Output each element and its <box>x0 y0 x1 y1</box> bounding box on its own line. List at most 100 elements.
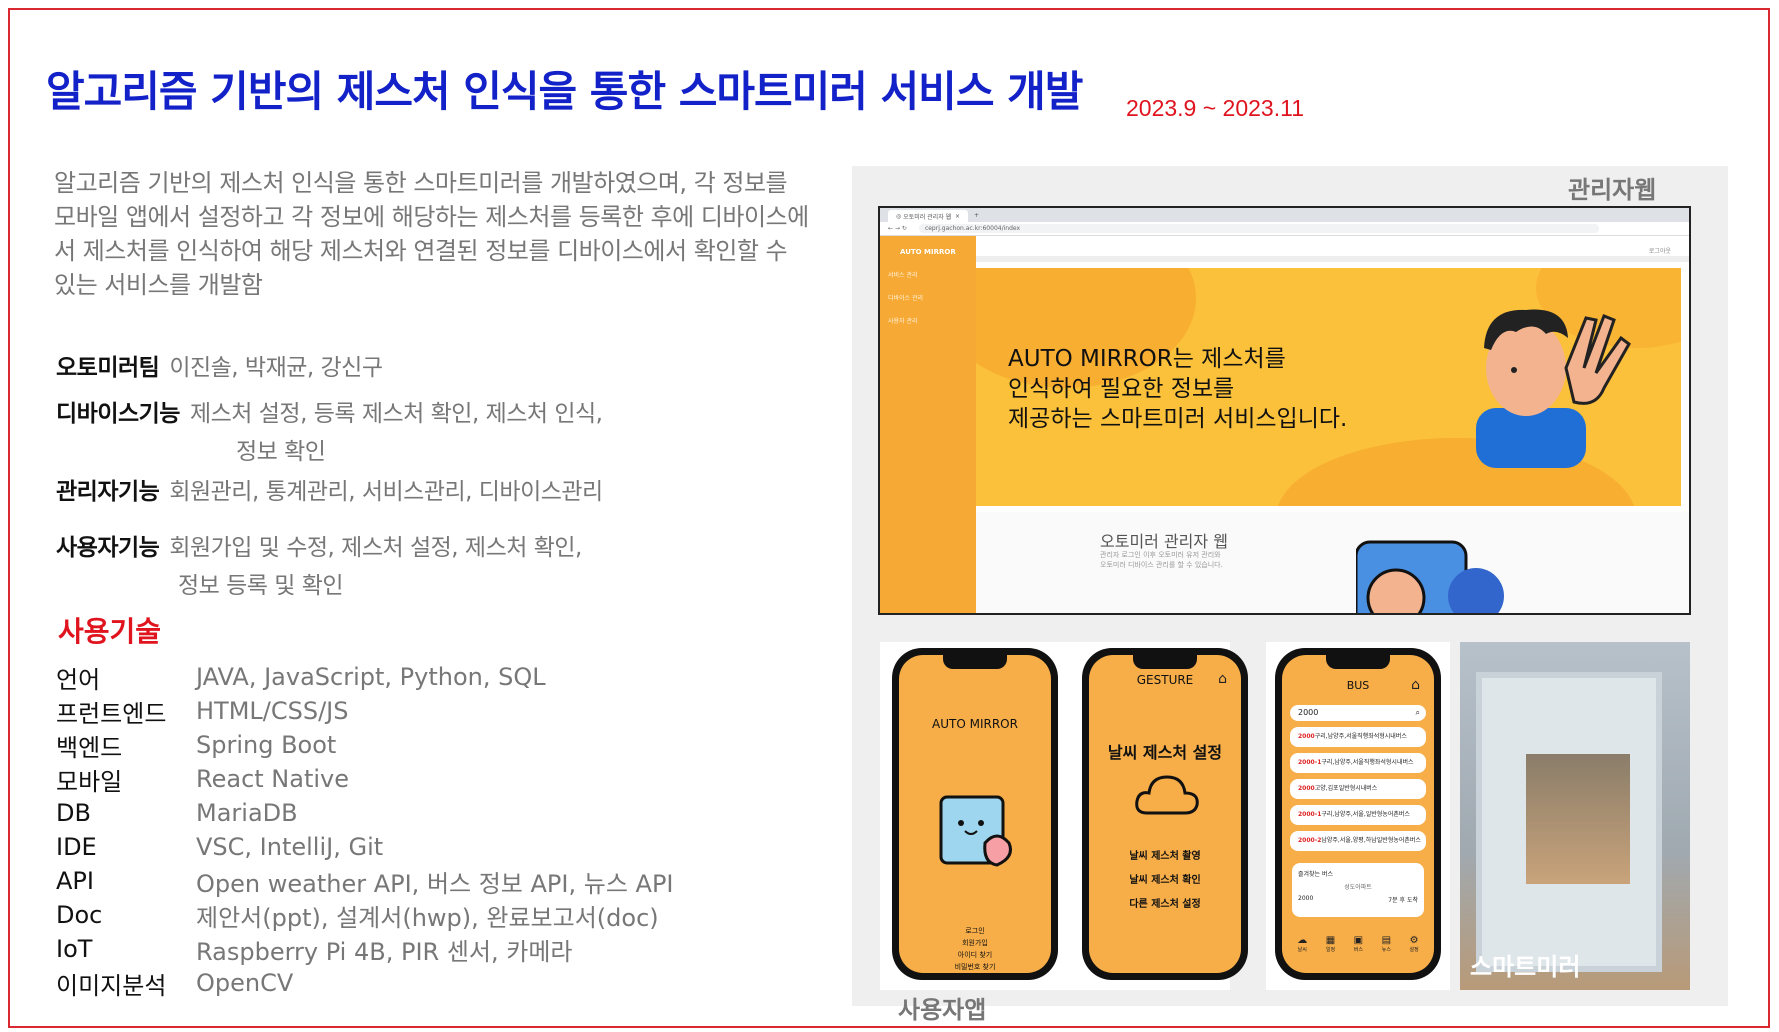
phone-screen: AUTO MIRROR 로그인 회원가입 아이디 찾기 비밀번호 찾기 <box>899 655 1051 973</box>
page-title: 알고리즘 기반의 제스처 인식을 통한 스마트미러 서비스 개발 <box>46 67 1083 116</box>
nav-bus[interactable]: ▣ 버스 <box>1354 935 1363 953</box>
favorite-eta: 7분 후 도착 <box>1388 897 1418 904</box>
tech-value: VSC, IntelliJ, Git <box>196 833 384 861</box>
mirror-glass <box>1526 754 1630 884</box>
cloud-icon: ☁ <box>1297 935 1308 946</box>
reload-icon[interactable]: ↻ <box>902 225 907 232</box>
project-period: 2023.9 ~ 2023.11 <box>1126 95 1304 121</box>
tech-value: Spring Boot <box>196 731 337 759</box>
login-link[interactable]: 로그인 <box>899 925 1051 937</box>
favorite-title: 즐겨찾는 버스 <box>1298 871 1334 878</box>
tech-key: 프런트엔드 <box>56 699 167 728</box>
back-icon[interactable]: ← <box>888 225 893 232</box>
calendar-icon: ▦ <box>1325 935 1336 946</box>
list-item[interactable]: 2000-2남양주,서울,양평,하남일반형농어촌버스 <box>1290 831 1426 851</box>
bottom-nav: ☁ 날씨 ▦ 일정 ▣ 버스 ▤ 뉴스 ⚙ 설정 <box>1288 935 1428 953</box>
smart-mirror-photo: 스마트미러 <box>1460 642 1690 990</box>
sidebar-item-service[interactable]: 서비스 관리 <box>888 270 976 279</box>
admin-sidebar: AUTO MIRROR 서비스 관리 디바이스 관리 사용자 관리 <box>880 236 976 613</box>
bus-number: 2000-2 <box>1298 837 1322 844</box>
phone-login-screen: AUTO MIRROR 로그인 회원가입 아이디 찾기 비밀번호 찾기 <box>892 648 1058 980</box>
list-item[interactable]: 2000-1구리,남양주,서울직행좌석형시내버스 <box>1290 753 1426 773</box>
sidebar-item-user[interactable]: 사용자 관리 <box>888 316 976 325</box>
user-app-label: 사용자앱 <box>898 996 987 1024</box>
phone-notch <box>943 655 1007 669</box>
tech-row: 이미지분석 OpenCV <box>56 966 674 1000</box>
home-icon[interactable]: ⌂ <box>1411 677 1420 693</box>
feature-team: 오토미러팀 이진솔, 박재균, 강신구 <box>56 348 383 382</box>
list-item[interactable]: 2000구리,남양주,서울직행좌석형시내버스 <box>1290 727 1426 747</box>
hero-line: 인식하여 필요한 정보를 <box>1008 376 1235 402</box>
browser-tab[interactable]: ◎ 오토미러 관리자 웹 × <box>888 210 969 222</box>
signup-link[interactable]: 회원가입 <box>899 937 1051 949</box>
url-field[interactable]: ceprj.gachon.ac.kr:60004/index <box>918 224 1599 233</box>
nav-label: 날씨 <box>1297 947 1307 953</box>
nav-settings[interactable]: ⚙ 설정 <box>1410 935 1419 953</box>
admin-brand: AUTO MIRROR <box>900 248 956 256</box>
tech-row: 프런트엔드 HTML/CSS/JS <box>56 694 674 728</box>
feature-user: 사용자기능 회원가입 및 수정, 제스처 설정, 제스처 확인, 정보 등록 및 … <box>56 528 582 600</box>
phone-notch <box>1326 655 1390 669</box>
feature-device-value: 제스처 설정, 등록 제스처 확인, 제스처 인식, <box>189 401 603 427</box>
browser-tab-bar: ◎ 오토미러 관리자 웹 × + <box>880 208 1689 222</box>
gesture-capture-button[interactable]: 날씨 제스처 촬영 <box>1089 845 1241 869</box>
admin-topbar: 로그아웃 <box>976 236 1689 262</box>
bus-search-input[interactable]: 2000 ⌕ <box>1290 705 1426 721</box>
admin-info-line: 오토미러 디바이스 관리를 할 수 있습니다. <box>1100 561 1223 569</box>
tech-value: React Native <box>196 765 350 793</box>
news-icon: ▤ <box>1381 935 1392 946</box>
tech-value: OpenCV <box>196 969 294 997</box>
hero-text: AUTO MIRROR는 제스처를 인식하여 필요한 정보를 제공하는 스마트미… <box>1008 344 1347 434</box>
tech-row: Doc 제안서(ppt), 설계서(hwp), 완료보고서(doc) <box>56 898 674 932</box>
home-icon[interactable]: ⌂ <box>1218 671 1227 687</box>
tech-row: 언어 JAVA, JavaScript, Python, SQL <box>56 660 674 694</box>
nav-label: 뉴스 <box>1381 947 1391 953</box>
bus-route: 구리,남양주,서울,일반형농어촌버스 <box>1321 811 1410 818</box>
forward-icon[interactable]: → <box>895 225 900 232</box>
tech-value: 제안서(ppt), 설계서(hwp), 완료보고서(doc) <box>196 903 659 932</box>
cloud-icon <box>1135 775 1199 815</box>
new-tab-icon[interactable]: + <box>974 212 979 219</box>
find-id-link[interactable]: 아이디 찾기 <box>899 949 1051 961</box>
sidebar-item-device[interactable]: 디바이스 관리 <box>888 293 976 302</box>
admin-info-line: 관리자 로그인 이후 오토미러 유저 관리와 <box>1100 551 1221 559</box>
gesture-check-button[interactable]: 날씨 제스처 확인 <box>1089 869 1241 893</box>
nav-news[interactable]: ▤ 뉴스 <box>1382 935 1391 953</box>
gear-icon: ⚙ <box>1409 935 1419 946</box>
tech-section-title: 사용기술 <box>58 615 162 648</box>
list-item[interactable]: 2000-1구리,남양주,서울,일반형농어촌버스 <box>1290 805 1426 825</box>
gesture-options: 날씨 제스처 촬영 날씨 제스처 확인 다른 제스처 설정 <box>1089 845 1241 917</box>
find-password-link[interactable]: 비밀번호 찾기 <box>899 961 1051 973</box>
list-item[interactable]: 2000고양,김포일반형시내버스 <box>1290 779 1426 799</box>
bus-icon: ▣ <box>1353 935 1364 946</box>
nav-label: 일정 <box>1325 947 1336 953</box>
nav-schedule[interactable]: ▦ 일정 <box>1326 935 1335 953</box>
feature-user-value-cont: 정보 등록 및 확인 <box>178 573 344 599</box>
admin-info-subtitle: 관리자 로그인 이후 오토미러 유저 관리와 오토미러 디바이스 관리를 할 수… <box>1100 550 1223 570</box>
feature-device-value-cont: 정보 확인 <box>236 439 326 465</box>
tech-row: IDE VSC, IntelliJ, Git <box>56 830 674 864</box>
tech-value: Raspberry Pi 4B, PIR 센서, 카메라 <box>196 937 573 966</box>
nav-weather[interactable]: ☁ 날씨 <box>1297 935 1307 953</box>
favorite-bus-card[interactable]: 즐겨찾는 버스 성도아파트 2000 7분 후 도착 <box>1292 863 1424 917</box>
bus-number: 2000 <box>1298 785 1315 792</box>
tech-key: IDE <box>56 833 97 861</box>
avatar-illustration <box>1356 540 1504 613</box>
close-icon[interactable]: × <box>955 213 960 220</box>
logout-link[interactable]: 로그아웃 <box>1649 246 1671 255</box>
bus-number: 2000 <box>1298 733 1315 740</box>
phone-gesture-screen: GESTURE ⌂ 날씨 제스처 설정 날씨 제스처 촬영 날씨 제스처 확인 … <box>1082 648 1248 980</box>
feature-team-value: 이진솔, 박재균, 강신구 <box>169 355 383 381</box>
person-waving-illustration <box>1476 309 1631 468</box>
nav-label: 버스 <box>1353 947 1363 953</box>
favorite-bus-number: 2000 <box>1298 895 1314 902</box>
browser-tab-title: 오토미러 관리자 웹 <box>903 213 952 221</box>
search-icon[interactable]: ⌕ <box>1416 705 1420 721</box>
phone-notch <box>1133 655 1197 669</box>
tech-value: MariaDB <box>196 799 298 827</box>
tech-key: API <box>56 867 94 895</box>
tech-value: HTML/CSS/JS <box>196 697 349 725</box>
other-gesture-button[interactable]: 다른 제스처 설정 <box>1089 893 1241 917</box>
hero-line: AUTO MIRROR는 제스처를 <box>1008 346 1286 372</box>
globe-icon: ◎ <box>896 212 902 220</box>
